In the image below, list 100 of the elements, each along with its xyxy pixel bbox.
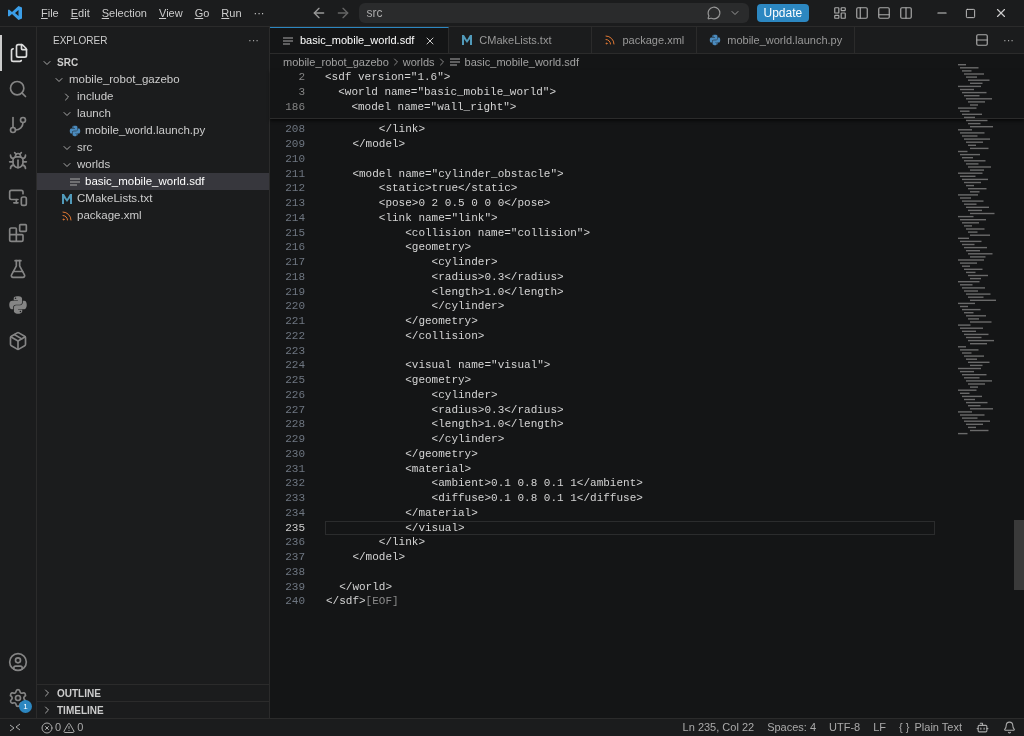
- line-number: 238: [284, 564, 305, 580]
- tree-item[interactable]: mobile_robot_gazebo: [37, 71, 269, 88]
- menu-item[interactable]: Edit: [64, 4, 96, 22]
- code-line: <cylinder>: [430, 256, 498, 269]
- code-line: <geometry>: [404, 374, 472, 387]
- status-item[interactable]: Spaces: 4: [767, 719, 817, 736]
- tree-item[interactable]: src: [37, 139, 269, 156]
- files-icon[interactable]: [9, 43, 29, 63]
- panel-bottom-icon[interactable]: [877, 6, 891, 20]
- blocks-icon[interactable]: [8, 223, 28, 243]
- bell-icon[interactable]: [1003, 721, 1016, 734]
- maximize-icon[interactable]: [965, 7, 976, 19]
- search-icon[interactable]: [8, 79, 28, 99]
- editor-tab[interactable]: CMakeLists.txt: [449, 27, 593, 53]
- scrollbar-thumb[interactable]: [1014, 520, 1024, 590]
- line-number: 217: [284, 255, 305, 270]
- editor-tab[interactable]: package.xml: [592, 27, 698, 53]
- line-number: 3: [297, 84, 305, 100]
- menu-item[interactable]: View: [153, 4, 189, 22]
- status-item[interactable]: UTF-8: [829, 719, 861, 736]
- editor-tab[interactable]: basic_mobile_world.sdf: [270, 27, 450, 53]
- split-editor-icon[interactable]: [975, 33, 989, 47]
- tree-item[interactable]: mobile_world.launch.py: [37, 122, 269, 139]
- breadcrumb-item[interactable]: basic_mobile_world.sdf: [464, 53, 579, 71]
- more-actions-button[interactable]: ···: [248, 32, 259, 49]
- lines-file-icon: [282, 34, 294, 47]
- code-line: <cylinder>: [430, 388, 498, 402]
- line-number: 231: [284, 461, 305, 477]
- app-logo-icon[interactable]: [7, 5, 23, 21]
- monitor-icon[interactable]: [8, 187, 28, 207]
- code-line: </sdf>: [326, 595, 366, 608]
- line-number: 221: [284, 314, 305, 329]
- code-line: </link>: [377, 123, 426, 136]
- settings-icon[interactable]: [8, 688, 28, 708]
- menu-item[interactable]: ···: [247, 4, 271, 22]
- flask-icon[interactable]: [8, 259, 28, 279]
- remote-icon[interactable]: [9, 721, 21, 734]
- tree-item[interactable]: CMakeLists.txt: [37, 190, 269, 207]
- more-actions-button[interactable]: ···: [1003, 31, 1014, 49]
- code-line: </cylinder>: [430, 433, 505, 446]
- menu-item[interactable]: Selection: [95, 4, 153, 22]
- code-line: <static>true</static>: [377, 182, 518, 195]
- code-line: </visual>: [404, 521, 465, 535]
- tree-item[interactable]: basic_mobile_world.sdf: [37, 173, 269, 190]
- menu-item[interactable]: Run: [215, 4, 248, 22]
- line-number: 239: [284, 579, 305, 595]
- python-file-icon: [69, 124, 81, 137]
- code-line: <model name="cylinder_obstacle">: [351, 167, 564, 181]
- line-number: 213: [284, 196, 305, 211]
- menu-item[interactable]: File: [35, 4, 65, 22]
- status-item[interactable]: LF: [873, 719, 887, 736]
- lines-file-icon: [448, 56, 461, 68]
- code-line: <sdf version="1.6">: [325, 70, 451, 85]
- line-number: 226: [284, 387, 305, 403]
- language-mode[interactable]: Plain Text: [914, 719, 962, 736]
- code-line: </collision>: [404, 329, 485, 343]
- update-button[interactable]: Update: [756, 4, 810, 22]
- code-line: <model name="wall_right">: [350, 99, 517, 115]
- code-line: <visual name="visual">: [404, 359, 551, 372]
- error-icon[interactable]: [41, 721, 53, 734]
- command-center-field[interactable]: src: [358, 3, 749, 23]
- breadcrumb-item[interactable]: worlds: [402, 53, 435, 71]
- line-number: 225: [284, 373, 305, 388]
- tree-item[interactable]: launch: [37, 105, 269, 122]
- panel-left-icon[interactable]: [855, 6, 869, 20]
- error-count[interactable]: 0: [55, 719, 62, 736]
- code-line: <material>: [404, 462, 472, 476]
- bug-icon[interactable]: [8, 151, 28, 171]
- account-icon[interactable]: [8, 652, 28, 672]
- tree-item[interactable]: worlds: [37, 156, 269, 173]
- line-number: 240: [284, 594, 305, 609]
- close-icon[interactable]: [994, 6, 1008, 20]
- sidebar-title: EXPLORER: [53, 34, 108, 48]
- code-line: </model>: [351, 551, 406, 564]
- line-number: 208: [284, 122, 305, 137]
- language-brackets[interactable]: { }: [899, 719, 910, 736]
- tree-item[interactable]: package.xml: [37, 207, 269, 224]
- warning-count[interactable]: 0: [77, 719, 84, 736]
- breadcrumb-item[interactable]: mobile_robot_gazebo: [283, 53, 389, 71]
- menu-item[interactable]: Go: [188, 4, 216, 22]
- code-line: <pose>0 2 0.5 0 0 0</pose>: [377, 197, 551, 210]
- panel-right-icon[interactable]: [899, 6, 913, 20]
- code-line: </geometry>: [404, 447, 478, 461]
- warning-icon[interactable]: [63, 721, 76, 734]
- line-number: 215: [284, 225, 305, 241]
- code-line: <radius>0.3</radius>: [430, 403, 564, 417]
- line-number: 224: [284, 358, 305, 373]
- branch-icon[interactable]: [8, 115, 28, 135]
- rss-file-icon: [604, 34, 617, 46]
- tree-item[interactable]: include: [37, 88, 269, 105]
- chat-icon[interactable]: [706, 6, 721, 20]
- status-item[interactable]: Ln 235, Col 22: [682, 719, 755, 736]
- panel-header[interactable]: OUTLINE: [37, 684, 269, 701]
- line-number: 230: [284, 446, 305, 462]
- editor-tab[interactable]: mobile_world.launch.py: [697, 27, 856, 53]
- python-icon[interactable]: [8, 295, 28, 315]
- layout-icon[interactable]: [833, 6, 847, 20]
- bot-icon[interactable]: [976, 721, 989, 734]
- section-header[interactable]: SRC: [37, 54, 269, 71]
- package-icon[interactable]: [8, 331, 28, 351]
